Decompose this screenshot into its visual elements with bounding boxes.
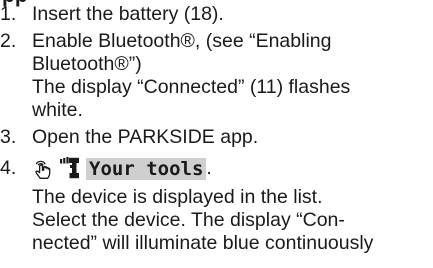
step-number: 4. bbox=[0, 157, 17, 179]
step-number: 1. bbox=[0, 3, 17, 25]
step-number: 2. bbox=[0, 30, 17, 52]
tap-hand-icon bbox=[32, 157, 54, 180]
step-line: nected” will illuminate blue continuousl… bbox=[32, 232, 374, 254]
step-text: Insert the battery (18). bbox=[32, 3, 427, 26]
step-line: Bluetooth®”) bbox=[32, 53, 142, 75]
step-text: Open the PARKSIDE app. bbox=[32, 126, 427, 149]
step-line: Select the device. The display “Con- bbox=[32, 209, 345, 231]
app-navigation-path: Your tools. bbox=[32, 157, 212, 180]
tool-device-icon bbox=[58, 157, 80, 180]
step-line: Enable Bluetooth®, (see “Enabling bbox=[32, 30, 332, 52]
step-text: Enable Bluetooth®, (see “Enabling Blueto… bbox=[32, 30, 427, 122]
step-line: The device is displayed in the list. bbox=[32, 186, 323, 208]
instruction-page: pp 1. Insert the battery (18). 2. Enable… bbox=[0, 0, 433, 268]
step-line: white. bbox=[32, 99, 83, 121]
step-line: Insert the battery (18). bbox=[32, 3, 224, 25]
step-text: Your tools. The device is displayed in t… bbox=[32, 157, 427, 255]
step-line: The display “Connected” (11) flashes bbox=[32, 76, 351, 98]
step-number: 3. bbox=[0, 126, 17, 148]
nav-suffix: . bbox=[206, 157, 212, 179]
your-tools-menu-label: Your tools bbox=[86, 158, 207, 180]
step-line: Open the PARKSIDE app. bbox=[32, 126, 259, 148]
